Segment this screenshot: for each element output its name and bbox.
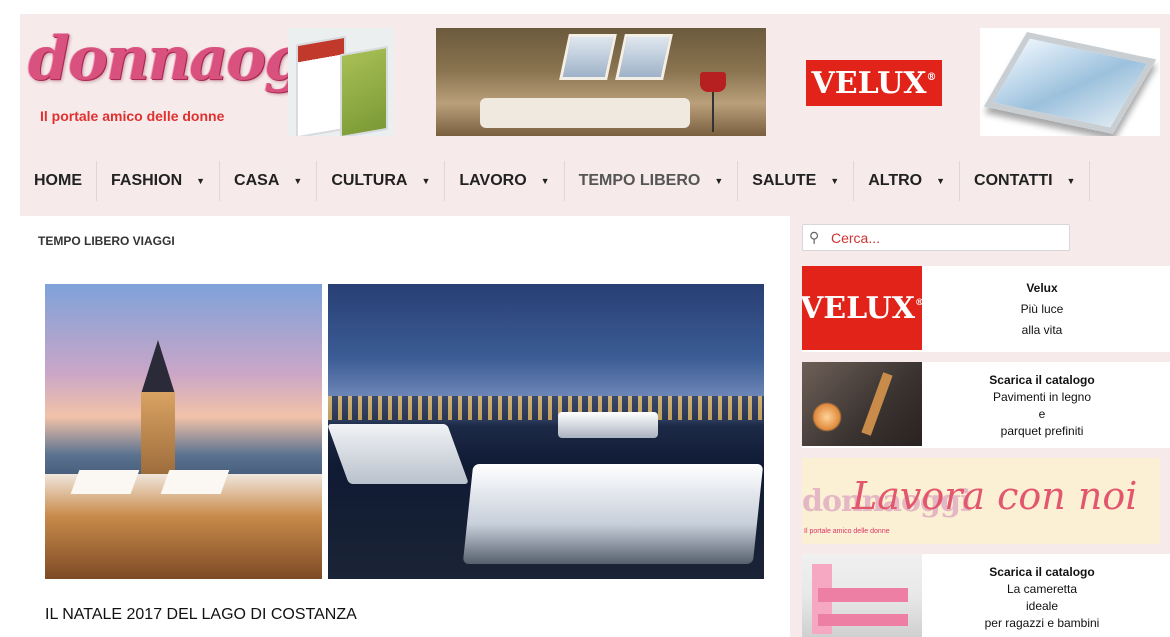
nav-item-cultura[interactable]: CULTURA ▼ <box>317 161 446 201</box>
ship <box>328 424 469 484</box>
search-icon[interactable]: ⚲ <box>809 229 829 246</box>
nav-item-home[interactable]: HOME <box>20 161 97 201</box>
registered-mark: ® <box>926 71 937 83</box>
chevron-down-icon[interactable]: ▼ <box>421 176 430 186</box>
tower-roof <box>141 340 175 394</box>
nav-item-tempo-libero[interactable]: TEMPO LIBERO ▼ <box>565 161 739 201</box>
ad-line: ideale <box>1025 599 1059 613</box>
ad-line: parquet prefiniti <box>1000 424 1084 438</box>
city-lights <box>328 396 764 420</box>
chevron-down-icon[interactable]: ▼ <box>196 176 205 186</box>
nav-item-lavoro[interactable]: LAVORO ▼ <box>445 161 565 201</box>
nav-item-label: CONTATTI <box>974 172 1053 189</box>
nav-item-fashion[interactable]: FASHION ▼ <box>97 161 221 201</box>
kids-room-ad-image[interactable] <box>802 554 922 637</box>
parquet-ad-text: Scarica il catalogo Pavimenti in legno e… <box>952 372 1132 440</box>
ad-title: Scarica il catalogo <box>989 565 1095 579</box>
nav-item-label: HOME <box>34 172 82 189</box>
nav-item-altro[interactable]: ALTRO ▼ <box>854 161 961 201</box>
sidebar-ad-parquet[interactable]: Scarica il catalogo Pavimenti in legno e… <box>802 362 1170 448</box>
chevron-down-icon[interactable]: ▼ <box>1067 176 1076 186</box>
nav-item-label: LAVORO <box>459 172 527 189</box>
nav-item-label: TEMPO LIBERO <box>578 172 701 189</box>
ad-line: e <box>1038 407 1046 421</box>
chevron-down-icon[interactable]: ▼ <box>714 176 723 186</box>
velux-ad-logo-text: VELUX <box>802 290 916 326</box>
nav-item-label: CASA <box>234 172 280 189</box>
main-content: TEMPO LIBERO VIAGGI IL NATALE 2017 DEL L… <box>20 216 790 637</box>
ship <box>462 464 764 564</box>
nav-item-contatti[interactable]: CONTATTI ▼ <box>960 161 1091 201</box>
chevron-down-icon[interactable]: ▼ <box>830 176 839 186</box>
chevron-down-icon[interactable]: ▼ <box>293 176 302 186</box>
lamp <box>700 72 726 92</box>
registered-mark: ® <box>915 298 922 308</box>
chevron-down-icon[interactable]: ▼ <box>541 176 550 186</box>
site-logo[interactable]: donnaoggi Il portale amico delle donne <box>28 24 367 136</box>
banner-attic-room-image[interactable] <box>436 28 766 136</box>
nav-item-label: ALTRO <box>868 172 923 189</box>
velux-ad-text: Velux Più luce alla vita <box>952 280 1132 339</box>
ad-title: Velux <box>1026 281 1058 295</box>
lavora-logo-tagline: Il portale amico delle donne <box>804 528 890 535</box>
search-input[interactable] <box>829 228 1063 247</box>
ad-line: Pavimenti in legno <box>992 390 1092 404</box>
lamp-pole <box>712 92 714 132</box>
banner-skylight-image[interactable] <box>980 28 1160 136</box>
ad-title: Scarica il catalogo <box>989 373 1095 387</box>
blind-red <box>296 35 346 136</box>
roof-window <box>559 34 617 80</box>
bunk-bed <box>818 614 908 626</box>
ship <box>558 412 658 438</box>
article-photo-lindau-market[interactable] <box>45 284 322 579</box>
bunk-bed <box>818 588 908 602</box>
sidebar-ad-velux[interactable]: VELUX ® Velux Più luce alla vita <box>802 266 1170 352</box>
nav-item-label: FASHION <box>111 172 183 189</box>
velux-banner-logo[interactable]: VELUX ® <box>806 60 942 106</box>
velux-banner-text: VELUX <box>811 65 927 101</box>
lavora-con-noi-banner[interactable]: donnaoggi Il portale amico delle donne L… <box>802 458 1160 544</box>
blind-green <box>340 45 388 136</box>
sofa <box>480 98 690 128</box>
lamp-glow <box>812 402 842 432</box>
article-title[interactable]: IL NATALE 2017 DEL LAGO DI COSTANZA <box>45 606 357 624</box>
ad-line: La cameretta <box>1006 582 1078 596</box>
kids-room-ad-text: Scarica il catalogo La cameretta ideale … <box>952 564 1132 632</box>
nav-item-salute[interactable]: SALUTE ▼ <box>738 161 855 201</box>
breadcrumb[interactable]: TEMPO LIBERO VIAGGI <box>38 234 175 248</box>
nav-item-casa[interactable]: CASA ▼ <box>220 161 318 201</box>
roof-window <box>615 34 673 80</box>
skylight <box>983 31 1157 135</box>
article-photo-harbor-ships[interactable] <box>328 284 764 579</box>
banner-blinds-image[interactable] <box>288 28 394 136</box>
nav-item-label: CULTURA <box>331 172 408 189</box>
market-stall <box>70 470 140 494</box>
ad-line: per ragazzi e bambini <box>984 616 1100 630</box>
ad-line: alla vita <box>1021 323 1063 337</box>
search-box: ⚲ <box>802 224 1070 251</box>
decor-figure <box>861 372 893 436</box>
main-nav: HOME FASHION ▼ CASA ▼ CULTURA ▼ LAVORO ▼ TEMPO LI… <box>20 159 1091 203</box>
logo-tagline: Il portale amico delle donne <box>40 108 225 124</box>
lavora-text: Lavora con noi <box>852 474 1138 518</box>
chevron-down-icon[interactable]: ▼ <box>936 176 945 186</box>
nav-item-label: SALUTE <box>752 172 817 189</box>
sidebar-ad-kids-room[interactable]: Scarica il catalogo La cameretta ideale … <box>802 554 1170 637</box>
ad-line: Più luce <box>1020 302 1064 316</box>
velux-ad-logo[interactable]: VELUX ® <box>802 266 922 350</box>
market-stall <box>160 470 230 494</box>
parquet-ad-image[interactable] <box>802 362 922 446</box>
